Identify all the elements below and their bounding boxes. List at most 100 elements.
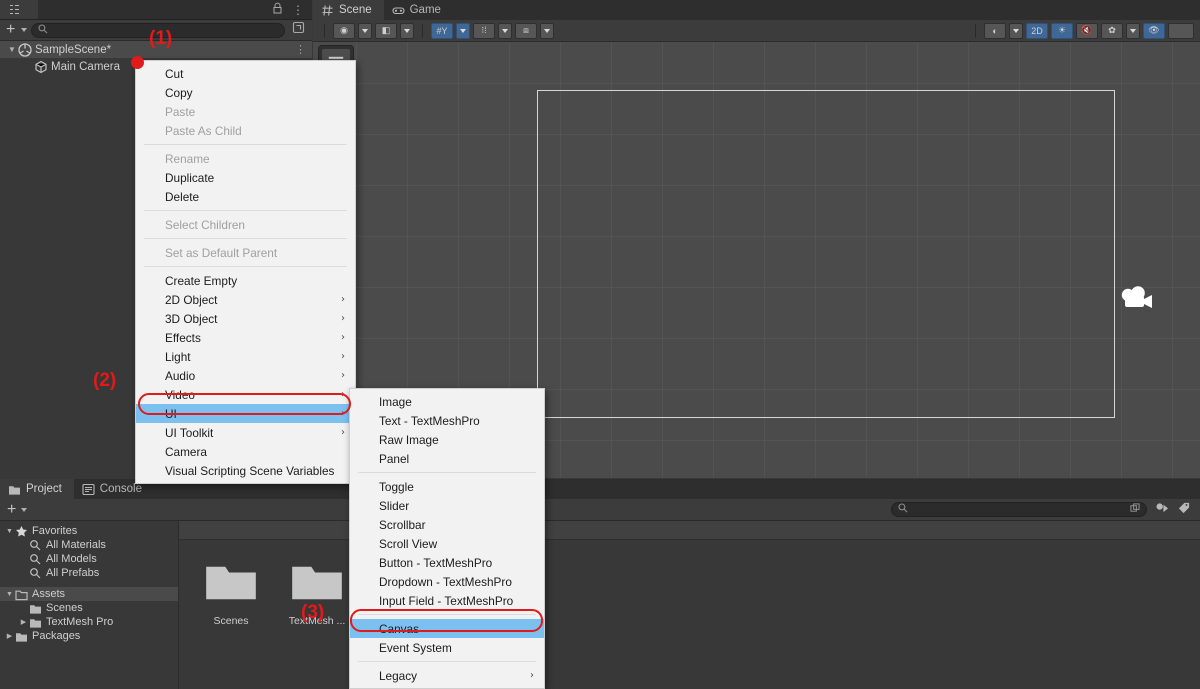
- gameobject-icon: [34, 60, 48, 74]
- project-search-input[interactable]: [891, 502, 1147, 517]
- menu-item-button-textmeshpro[interactable]: Button - TextMeshPro: [350, 553, 544, 572]
- draw-mode-button[interactable]: ◧: [375, 22, 397, 39]
- menu-item-3d-object[interactable]: 3D Object ›: [136, 309, 355, 328]
- search-expand-icon[interactable]: [1130, 503, 1140, 516]
- menu-item-light[interactable]: Light ›: [136, 347, 355, 366]
- gizmo-scale-dropdown-caret-icon[interactable]: [540, 22, 554, 39]
- menu-item-scrollbar[interactable]: Scrollbar: [350, 515, 544, 534]
- tab-scene[interactable]: Scene: [313, 0, 384, 20]
- grid-toggle-dropdown-caret-icon[interactable]: [456, 22, 470, 39]
- tab-game[interactable]: Game: [383, 0, 453, 20]
- create-asset-button[interactable]: +: [5, 501, 18, 518]
- menu-item-dropdown-textmeshpro[interactable]: Dropdown - TextMeshPro: [350, 572, 544, 591]
- menu-item-event-system[interactable]: Event System: [350, 638, 544, 657]
- ui-submenu: Image Text - TextMeshPro Raw Image Panel Tog…: [349, 388, 545, 689]
- tab-label: Scene: [339, 4, 372, 16]
- label-tag-icon[interactable]: [1177, 501, 1191, 519]
- folder-icon: [29, 602, 42, 615]
- menu-item-panel[interactable]: Panel: [350, 449, 544, 468]
- grid-toggle-button[interactable]: #Y: [431, 22, 453, 39]
- menu-item-image[interactable]: Image: [350, 392, 544, 411]
- scene-lighting-button[interactable]: ☀: [1051, 22, 1073, 39]
- create-asset-caret-icon[interactable]: [21, 507, 28, 512]
- expand-twisty-icon[interactable]: ▼: [4, 591, 15, 598]
- menu-item-label: Raw Image: [379, 432, 439, 447]
- 2d-toggle-button[interactable]: 2D: [1026, 22, 1048, 39]
- gamepad-icon: [392, 4, 405, 17]
- expand-twisty-icon[interactable]: ▶: [4, 632, 15, 640]
- menu-item-copy[interactable]: Copy: [136, 83, 355, 102]
- asset-item[interactable]: Scenes: [199, 562, 263, 627]
- menu-item-raw-image[interactable]: Raw Image: [350, 430, 544, 449]
- menu-item-delete[interactable]: Delete: [136, 187, 355, 206]
- menu-item-camera[interactable]: Camera: [136, 442, 355, 461]
- project-tree-item-favorites[interactable]: ▼ Favorites: [0, 524, 178, 538]
- search-icon: [29, 539, 42, 552]
- expand-twisty-icon[interactable]: ▼: [4, 528, 15, 535]
- draw-mode-dropdown-caret-icon[interactable]: [400, 22, 414, 39]
- folder-icon: [29, 616, 42, 629]
- fx-effects-dropdown-caret-icon[interactable]: [1126, 22, 1140, 39]
- project-tree-item-packages[interactable]: ▶ Packages: [0, 629, 178, 643]
- project-tree-label: All Materials: [46, 539, 106, 551]
- menu-item-text-textmeshpro[interactable]: Text - TextMeshPro: [350, 411, 544, 430]
- menu-item-label: Legacy: [379, 668, 418, 683]
- menu-item-2d-object[interactable]: 2D Object ›: [136, 290, 355, 309]
- project-tree-label: Favorites: [32, 525, 78, 537]
- menu-item-cut[interactable]: Cut: [136, 64, 355, 83]
- add-gameobject-button[interactable]: +: [4, 22, 17, 38]
- main-camera-gizmo-icon[interactable]: [1119, 282, 1155, 314]
- menu-item-audio[interactable]: Audio ›: [136, 366, 355, 385]
- scene-camera-settings-button[interactable]: [1168, 22, 1194, 39]
- project-tree-item-all-materials[interactable]: All Materials: [0, 538, 178, 552]
- menu-item-scroll-view[interactable]: Scroll View: [350, 534, 544, 553]
- chevron-right-icon: ›: [341, 370, 345, 381]
- scene-lighting-mode-dropdown-caret-icon[interactable]: [1009, 22, 1023, 39]
- project-tree-item-textmesh-pro[interactable]: ▶ TextMesh Pro: [0, 615, 178, 629]
- search-icon: [898, 503, 908, 516]
- gizmo-scale-button[interactable]: ⧈: [515, 22, 537, 39]
- asset-label: Scenes: [213, 615, 249, 627]
- chevron-right-icon: ›: [341, 332, 345, 343]
- menu-separator: [144, 238, 347, 239]
- menu-item-create-empty[interactable]: Create Empty: [136, 271, 355, 290]
- menu-item-toggle[interactable]: Toggle: [350, 477, 544, 496]
- shaded-mode-button[interactable]: ◉: [333, 22, 355, 39]
- menu-item-duplicate[interactable]: Duplicate: [136, 168, 355, 187]
- shaded-mode-dropdown-caret-icon[interactable]: [358, 22, 372, 39]
- tab-project[interactable]: Project: [0, 479, 74, 499]
- project-tree-item-all-models[interactable]: All Models: [0, 552, 178, 566]
- menu-item-slider[interactable]: Slider: [350, 496, 544, 515]
- project-tree-item-assets[interactable]: ▼ Assets: [0, 587, 178, 601]
- scene-lighting-mode-button[interactable]: ◐: [984, 22, 1006, 39]
- add-dropdown-caret-icon[interactable]: [21, 28, 28, 32]
- row-menu-icon[interactable]: ⋮: [295, 43, 306, 56]
- hierarchy-menu-icon[interactable]: ⋮: [292, 4, 304, 16]
- chevron-right-icon: ›: [341, 351, 345, 362]
- audio-mute-button[interactable]: 🔇: [1076, 22, 1098, 39]
- new-folder-icon[interactable]: [1155, 501, 1169, 519]
- snap-increment-dropdown-caret-icon[interactable]: [498, 22, 512, 39]
- menu-item-label: Effects: [165, 330, 201, 345]
- chevron-right-icon: ›: [530, 670, 534, 681]
- snap-increment-button[interactable]: ⁝⁞: [473, 22, 495, 39]
- menu-item-effects[interactable]: Effects ›: [136, 328, 355, 347]
- expand-twisty-icon[interactable]: ▶: [18, 618, 29, 626]
- hierarchy-sort-icon[interactable]: [292, 21, 305, 39]
- menu-item-ui-toolkit[interactable]: UI Toolkit ›: [136, 423, 355, 442]
- project-tree-label: Packages: [32, 630, 81, 642]
- project-content: Scenes TextMesh ...: [179, 521, 1200, 689]
- lock-icon[interactable]: [272, 1, 283, 19]
- console-icon: [82, 483, 95, 496]
- scene-visibility-button[interactable]: 👁: [1143, 22, 1165, 39]
- menu-item-visual-scripting-scene-variables[interactable]: Visual Scripting Scene Variables: [136, 461, 355, 480]
- annotation-box-canvas-item: [350, 609, 543, 632]
- menu-item-legacy[interactable]: Legacy ›: [350, 666, 544, 685]
- expand-twisty-icon[interactable]: ▼: [6, 45, 18, 54]
- project-tree-label: Assets: [32, 588, 66, 600]
- tab-hierarchy[interactable]: [0, 0, 38, 19]
- fx-effects-button[interactable]: ✿: [1101, 22, 1123, 39]
- menu-item-input-field-textmeshpro[interactable]: Input Field - TextMeshPro: [350, 591, 544, 610]
- project-tree-item-all-prefabs[interactable]: All Prefabs: [0, 566, 178, 580]
- project-tree-item-scenes[interactable]: Scenes: [0, 601, 178, 615]
